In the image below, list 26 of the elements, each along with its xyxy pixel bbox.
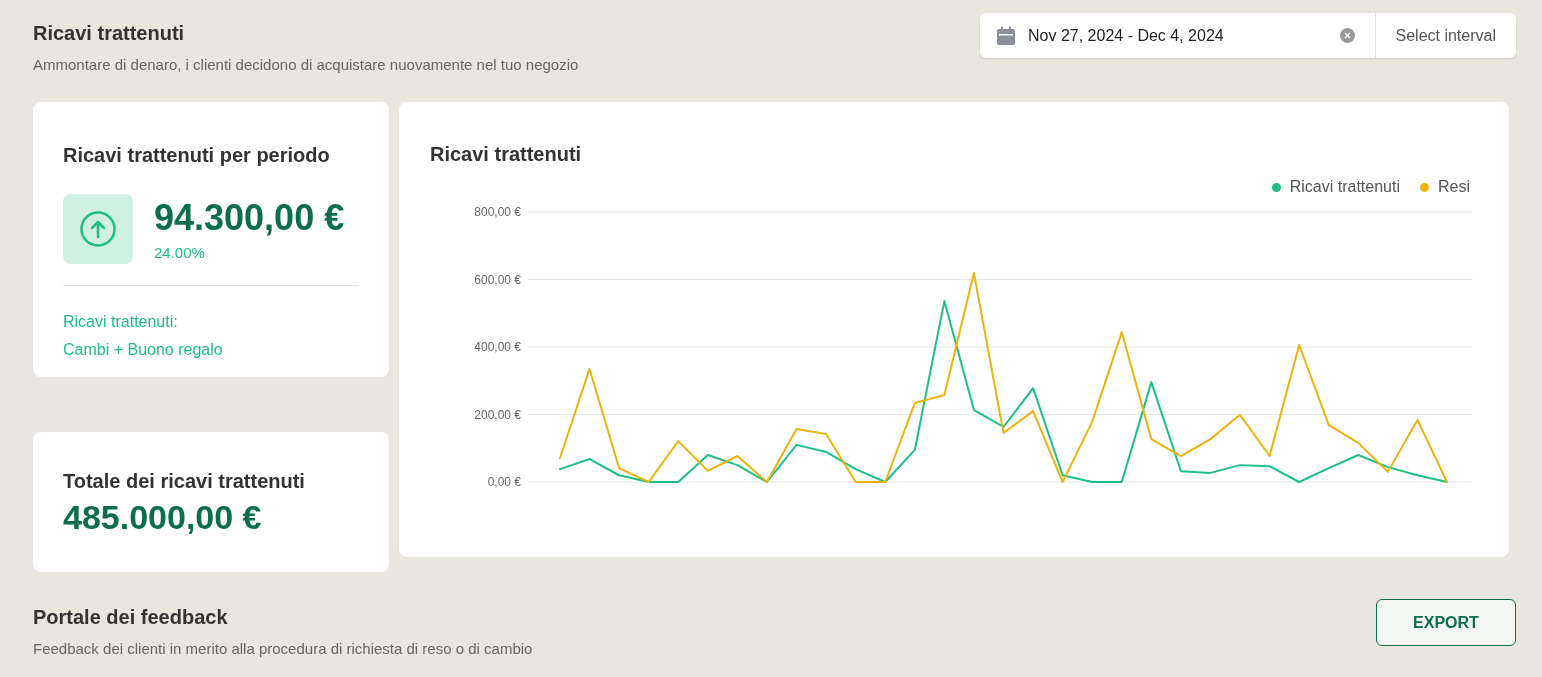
note-label: Ricavi trattenuti: (63, 311, 179, 332)
section-subtitle: Feedback dei clienti in merito alla procedura di richiesta di reso o di cambio (33, 639, 533, 659)
page-subtitle: Ammontare di denaro, i clienti decidono di acquistare nuovamente nel tuo negozio (33, 55, 579, 75)
period-amount: 94.300,00 € (154, 200, 345, 236)
section-title: Portale dei feedback (33, 605, 229, 630)
page-title: Ricavi trattenuti (33, 21, 186, 46)
legend-label: Resi (1438, 177, 1470, 197)
card-title: Totale dei ricavi trattenuti (63, 469, 306, 494)
export-button[interactable]: EXPORT (1376, 599, 1516, 646)
chart-title: Ricavi trattenuti (430, 142, 583, 167)
change-percent: 24.00% (154, 243, 206, 263)
date-range-value: Nov 27, 2024 - Dec 4, 2024 (1028, 25, 1225, 46)
y-axis-label: 200,00 € (474, 407, 521, 422)
y-axis-label: 600,00 € (474, 272, 521, 287)
y-axis-label: 800,00 € (474, 205, 521, 219)
total-amount: 485.000,00 € (63, 497, 263, 538)
note-value: Cambi + Buono regalo (63, 339, 224, 360)
date-range-picker[interactable]: Nov 27, 2024 - Dec 4, 2024 Select interval (980, 13, 1516, 58)
select-interval-button[interactable]: Select interval (1374, 13, 1516, 58)
card-title: Ricavi trattenuti per periodo (63, 143, 331, 168)
arrow-up-circle-icon (79, 210, 117, 248)
calendar-icon (996, 25, 1016, 46)
y-axis-label: 400,00 € (474, 340, 521, 354)
y-axis-label: 0,00 € (487, 475, 521, 489)
legend-label: Ricavi trattenuti (1289, 177, 1400, 197)
clear-icon[interactable] (1339, 28, 1355, 43)
